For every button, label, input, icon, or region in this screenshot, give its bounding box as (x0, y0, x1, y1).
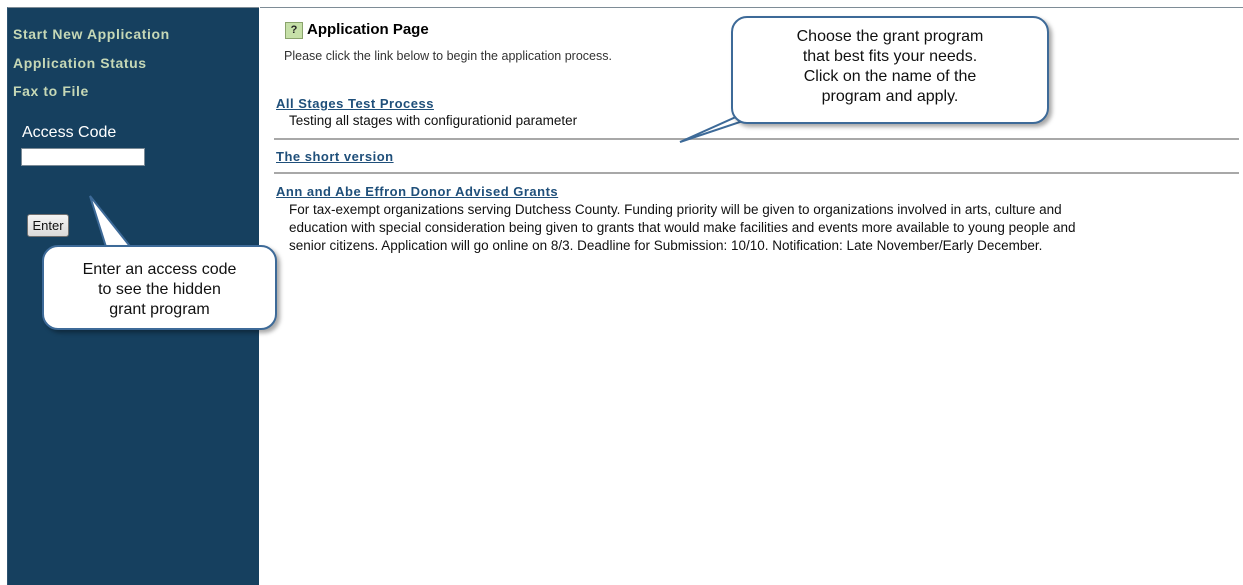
program-description-line: education with special consideration bei… (289, 220, 1076, 235)
access-code-input[interactable] (21, 148, 145, 166)
page-title: Application Page (307, 21, 429, 38)
callout-grant-program: Choose the grant program that best fits … (731, 16, 1049, 124)
program-link-short-version[interactable]: The short version (276, 149, 394, 164)
callout-line: Click on the name of the (803, 68, 977, 85)
access-code-label: Access Code (22, 124, 117, 141)
nav-application-status[interactable]: Application Status (13, 55, 147, 71)
program-description-line: senior citizens. Application will go onl… (289, 238, 1043, 253)
program-link-all-stages[interactable]: All Stages Test Process (276, 96, 434, 111)
program-description-line: For tax-exempt organizations serving Dut… (289, 202, 1062, 217)
callout-line: that best fits your needs. (802, 48, 978, 65)
divider (274, 172, 1239, 174)
program-description: For tax-exempt organizations serving Dut… (289, 201, 1076, 255)
program-link-effron-grants[interactable]: Ann and Abe Effron Donor Advised Grants (276, 184, 558, 199)
callout-line: grant program (109, 301, 210, 318)
callout-line: Enter an access code (82, 261, 237, 278)
nav-start-new-application[interactable]: Start New Application (13, 26, 170, 42)
nav-fax-to-file[interactable]: Fax to File (13, 83, 89, 99)
callout-access-code: Enter an access code to see the hidden g… (42, 245, 277, 330)
callout-line: program and apply. (821, 88, 959, 105)
callout-pointer (89, 195, 136, 251)
enter-button[interactable]: Enter (27, 214, 69, 237)
callout-line: to see the hidden (98, 281, 221, 298)
program-description: Testing all stages with configurationid … (289, 113, 578, 128)
callout-line: Choose the grant program (796, 28, 984, 45)
intro-text: Please click the link below to begin the… (284, 49, 612, 63)
help-icon[interactable]: ? (285, 22, 303, 39)
